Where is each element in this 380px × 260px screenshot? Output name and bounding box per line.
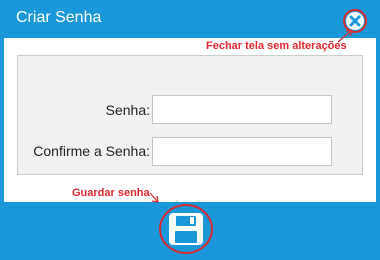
create-password-dialog: Criar Senha Senha: Confirme a Senha: Fec… [0,0,380,260]
close-annotation-text: Fechar tela sem alterações [206,40,347,52]
dialog-title: Criar Senha [16,9,102,26]
save-annotation-text: Guardar senha [72,187,150,199]
close-highlight-circle [343,9,367,33]
confirm-password-label: Confirme a Senha: [33,143,150,159]
password-label: Senha: [105,102,150,118]
save-highlight-circle [159,204,213,254]
password-input[interactable] [152,95,332,124]
dialog-body: Senha: Confirme a Senha: [4,38,376,202]
confirm-password-input[interactable] [152,137,332,166]
password-form: Senha: Confirme a Senha: [17,55,363,175]
